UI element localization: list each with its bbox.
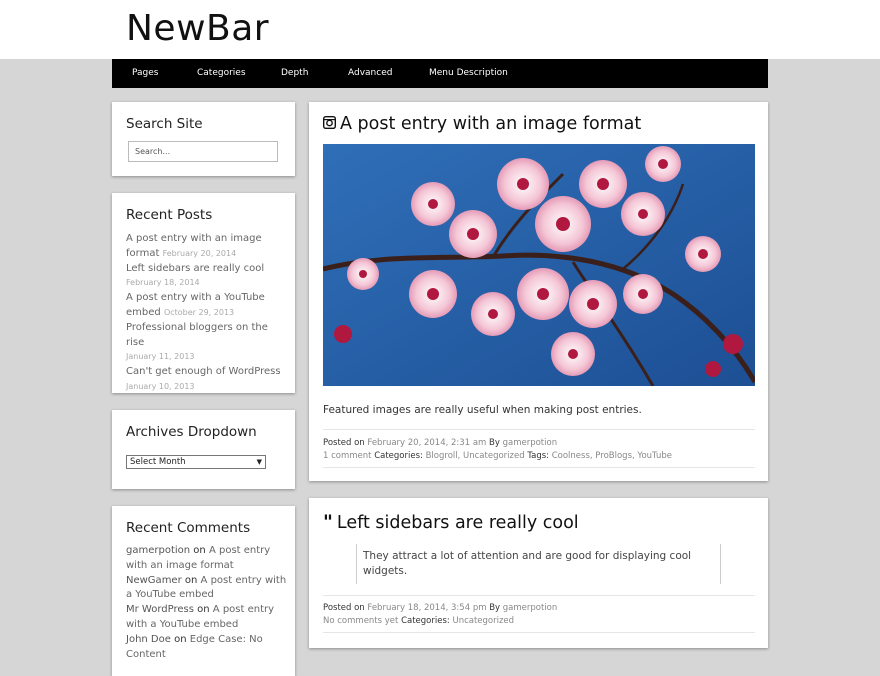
posted-on-label: Posted on — [323, 438, 365, 448]
post-meta: Posted on February 20, 2014, 2:31 am By … — [323, 437, 672, 463]
main-navigation: Pages Categories Depth Advanced Menu Des… — [112, 59, 768, 88]
by-label: By — [489, 438, 500, 448]
post-excerpt: Featured images are really useful when m… — [323, 404, 642, 416]
post-author-link[interactable]: gamerpotion — [503, 603, 558, 613]
list-item: John Doe on Edge Case: No Content — [126, 633, 288, 663]
nav-item-depth[interactable]: Depth — [281, 68, 308, 78]
recent-post-date: January 10, 2013 — [126, 381, 195, 391]
recent-post-link[interactable]: Professional bloggers on the rise — [126, 322, 268, 348]
list-item: A post entry with an image format Februa… — [126, 232, 288, 262]
divider — [323, 429, 755, 430]
comment-on-label: on — [184, 574, 198, 586]
recent-comments-title: Recent Comments — [126, 520, 251, 536]
comments-link[interactable]: No comments yet — [323, 616, 398, 626]
list-item: Professional bloggers on the rise Januar… — [126, 321, 288, 365]
site-header: NewBar — [0, 0, 880, 59]
recent-comments-list: gamerpotion on A post entry with an imag… — [126, 544, 288, 662]
post-quote-format: " Left sidebars are really cool They attr… — [309, 498, 768, 648]
search-widget-title: Search Site — [126, 116, 203, 132]
recent-posts-list: A post entry with an image format Februa… — [126, 232, 288, 395]
comment-on-label: on — [174, 633, 187, 645]
comment-author[interactable]: John Doe — [126, 634, 171, 645]
comment-author[interactable]: gamerpotion — [126, 545, 190, 556]
tags-label: Tags: — [527, 451, 550, 461]
tags-links[interactable]: Coolness, ProBlogs, YouTube — [552, 451, 672, 461]
list-item: gamerpotion on A post entry with an imag… — [126, 544, 288, 574]
post-title-text: A post entry with an image format — [340, 114, 642, 134]
posted-on-label: Posted on — [323, 603, 365, 613]
recent-post-date: February 18, 2014 — [126, 278, 200, 288]
comments-link[interactable]: 1 comment — [323, 451, 372, 461]
list-item: Mr WordPress on A post entry with a YouT… — [126, 603, 288, 633]
categories-links[interactable]: Blogroll, Uncategorized — [426, 451, 525, 461]
recent-post-date: February 20, 2014 — [162, 248, 237, 258]
search-input[interactable] — [128, 141, 278, 162]
by-label: By — [489, 603, 501, 613]
archives-select[interactable]: Select Month ▼ — [126, 455, 266, 469]
post-title[interactable]: " Left sidebars are really cool — [323, 511, 579, 533]
post-image-format: A post entry with an image format Featur… — [309, 102, 768, 481]
blockquote: They attract a lot of attention and are … — [356, 544, 721, 584]
post-title[interactable]: A post entry with an image format — [322, 114, 642, 134]
recent-comments-widget: Recent Comments gamerpotion on A post en… — [112, 506, 295, 676]
dropdown-arrow-icon: ▼ — [256, 458, 262, 466]
nav-item-pages[interactable]: Pages — [132, 68, 158, 78]
post-date-link[interactable]: February 18, 2014, 3:54 pm — [367, 603, 486, 613]
divider — [323, 595, 755, 596]
post-meta: Posted on February 18, 2014, 3:54 pm By … — [323, 602, 557, 628]
post-author-link[interactable]: gamerpotion — [503, 438, 558, 448]
cherry-blossom-image — [323, 144, 755, 386]
comment-on-label: on — [193, 545, 206, 556]
recent-posts-widget: Recent Posts A post entry with an image … — [112, 193, 295, 393]
comment-on-label: on — [197, 604, 210, 616]
featured-image[interactable] — [323, 144, 755, 386]
archives-select-value: Select Month — [130, 457, 186, 467]
search-widget: Search Site — [112, 102, 295, 176]
site-title[interactable]: NewBar — [126, 8, 269, 49]
nav-item-menu-description[interactable]: Menu Description — [429, 68, 508, 78]
list-item: A post entry with a YouTube embed Octobe… — [126, 291, 288, 321]
recent-post-link[interactable]: Can't get enough of WordPress — [126, 366, 281, 377]
recent-post-date: October 29, 2013 — [163, 307, 235, 317]
recent-posts-title: Recent Posts — [126, 207, 213, 223]
post-title-text: Left sidebars are really cool — [336, 513, 579, 533]
comment-author[interactable]: NewGamer — [126, 575, 182, 586]
list-item: Can't get enough of WordPress January 10… — [126, 365, 288, 395]
comment-author[interactable]: Mr WordPress — [126, 604, 194, 615]
quote-icon: " — [323, 511, 333, 533]
categories-label: Categories: — [401, 616, 450, 626]
categories-links[interactable]: Uncategorized — [452, 616, 514, 626]
categories-label: Categories: — [374, 451, 423, 461]
list-item: NewGamer on A post entry with a YouTube … — [126, 574, 288, 604]
divider — [323, 632, 755, 633]
recent-post-date: January 11, 2013 — [126, 352, 195, 362]
nav-item-categories[interactable]: Categories — [197, 68, 246, 78]
camera-icon — [322, 114, 337, 134]
divider — [323, 467, 755, 468]
archives-widget: Archives Dropdown Select Month ▼ — [112, 410, 295, 489]
nav-item-advanced[interactable]: Advanced — [348, 68, 392, 78]
post-date-link[interactable]: February 20, 2014, 2:31 am — [367, 438, 486, 448]
archives-title: Archives Dropdown — [126, 424, 257, 440]
recent-post-link[interactable]: Left sidebars are really cool — [126, 263, 264, 274]
list-item: Left sidebars are really cool February 1… — [126, 262, 288, 292]
